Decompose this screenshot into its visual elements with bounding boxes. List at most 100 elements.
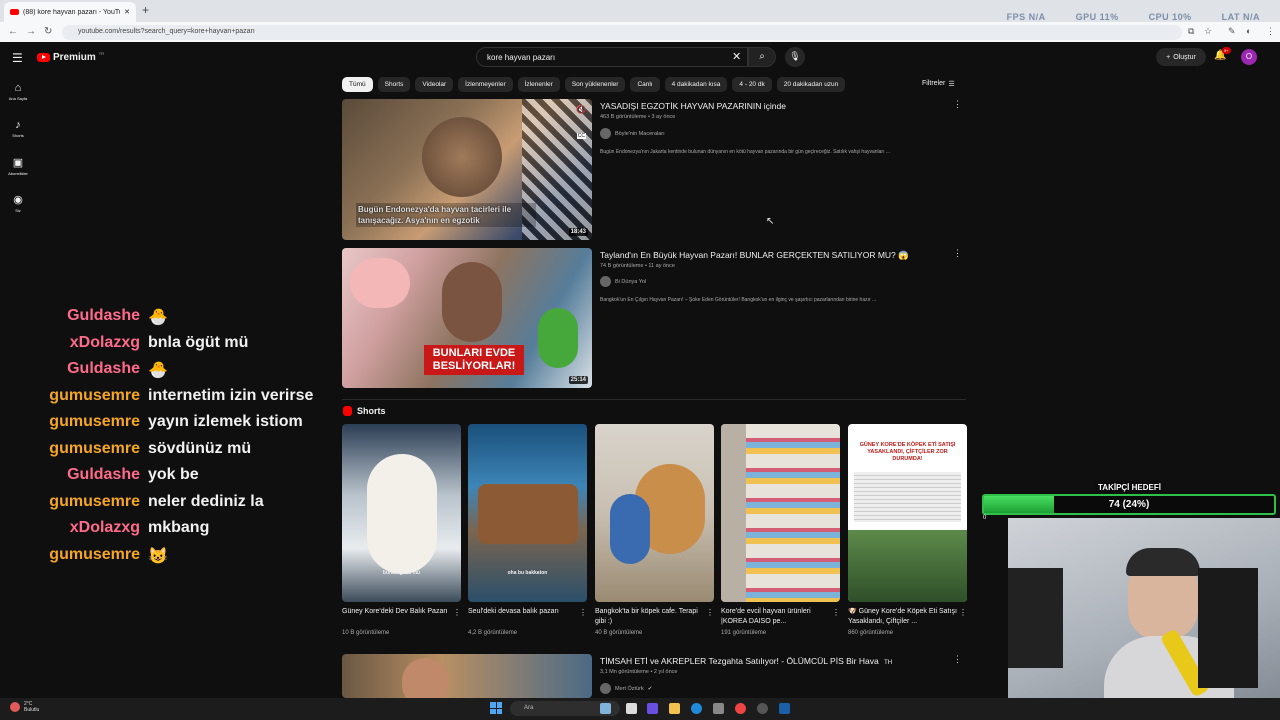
sidebar-item-you[interactable]: ◉ Siz — [0, 193, 36, 213]
more-actions-icon[interactable]: ⋮ — [953, 99, 962, 110]
extension-icon[interactable]: ✎ — [1228, 26, 1236, 37]
chip-unwatched[interactable]: İzlenmeyenler — [458, 77, 513, 92]
short-title: Seul'deki devasa balık pazarı — [468, 608, 559, 615]
channel-row[interactable]: Mert Öztürk ✔ — [600, 683, 652, 694]
chrome-icon[interactable] — [735, 703, 746, 714]
youtube-logo[interactable]: Premium TR — [37, 51, 104, 63]
address-bar-row: ← → ↻ youtube.com/results?search_query=k… — [0, 22, 1280, 42]
tab-close-icon[interactable]: ✕ — [124, 8, 130, 16]
short-thumbnail[interactable] — [595, 424, 714, 602]
browser-menu-icon[interactable]: ⋮ — [1266, 26, 1275, 37]
perf-fps: FPS N/A — [1006, 12, 1046, 22]
chip-videos[interactable]: Videolar — [415, 77, 454, 92]
create-button[interactable]: + Oluştur — [1156, 48, 1206, 66]
widget-icon[interactable] — [600, 703, 611, 714]
reload-icon[interactable]: ↻ — [44, 26, 52, 37]
video-title[interactable]: TİMSAH ETİ ve AKREPLER Tezgahta Satılıyo… — [600, 656, 892, 666]
store-icon[interactable] — [713, 703, 724, 714]
profile-icon[interactable]: ◐ — [1246, 26, 1251, 36]
weather-widget[interactable]: 2°C Bulutlu — [10, 701, 39, 713]
short-thumbnail[interactable]: oha bu bakkaton — [468, 424, 587, 602]
shorts-section-header: Shorts — [343, 406, 386, 416]
short-thumbnail[interactable]: bunun gözü mü — [342, 424, 461, 602]
more-actions-icon[interactable]: ⋮ — [453, 608, 461, 617]
forward-icon[interactable]: → — [26, 26, 36, 37]
mouse-cursor-icon: ↖ — [766, 216, 775, 227]
browser-tab[interactable]: (88) kore hayvan pazarı - YouTu ✕ — [4, 2, 136, 22]
performance-overlay: FPS N/A GPU 11% CPU 10% LAT N/A — [1007, 12, 1260, 22]
plus-icon: + — [1166, 53, 1171, 61]
chip-over-20[interactable]: 20 dakikadan uzun — [776, 77, 846, 92]
chat-username: gumusemre — [49, 440, 140, 457]
new-tab-button[interactable]: + — [142, 3, 149, 17]
task-view-icon[interactable] — [626, 703, 637, 714]
channel-row[interactable]: Böyle'nin Maceraları — [600, 128, 665, 139]
search-button[interactable]: ⌕ — [748, 47, 776, 67]
short-title: 🐶 Güney Kore'de Köpek Eti Satışı Yasakla… — [848, 608, 957, 625]
short-card[interactable]: Bangkok'ta bir köpek cafe. Terapi gibi :… — [595, 424, 714, 636]
windows-taskbar: 2°C Bulutlu Ara — [0, 698, 1280, 720]
search-input[interactable]: kore hayvan pazarı — [476, 47, 748, 67]
video-meta: 74 B görüntüleme • 11 ay önce — [600, 263, 675, 269]
crab-figure — [478, 484, 578, 544]
more-actions-icon[interactable]: ⋮ — [953, 248, 962, 259]
windows-start-icon[interactable] — [490, 702, 502, 714]
steam-icon[interactable] — [779, 703, 790, 714]
url-field[interactable]: youtube.com/results?search_query=kore+ha… — [62, 25, 1182, 40]
account-avatar[interactable]: O — [1241, 49, 1257, 65]
more-actions-icon[interactable]: ⋮ — [832, 608, 840, 617]
short-thumbnail[interactable] — [721, 424, 840, 602]
chat-username: gumusemre — [49, 413, 140, 430]
chip-watched[interactable]: İzlenenler — [517, 77, 560, 92]
short-thumbnail[interactable]: GÜNEY KORE'DE KÖPEK ETİ SATIŞI YASAKLAND… — [848, 424, 967, 602]
video-thumbnail[interactable]: BUNLARI EVDE BESLİYORLAR! 25:14 — [342, 248, 592, 388]
chip-under-4[interactable]: 4 dakikadan kısa — [664, 77, 728, 92]
chat-message: Guldashe 🐣 — [0, 307, 345, 333]
obs-icon[interactable] — [757, 703, 768, 714]
chat-text: yok be — [148, 466, 199, 483]
video-title[interactable]: Tayland'ın En Büyük Hayvan Pazarı! BUNLA… — [600, 250, 909, 261]
video-thumbnail[interactable]: Bugün Endonezya'da hayvan tacirleri ile … — [342, 99, 592, 240]
bookmark-star-icon[interactable]: ☆ — [1204, 26, 1212, 37]
clear-search-icon[interactable]: ✕ — [732, 50, 741, 63]
chat-text: neler dediniz la — [148, 493, 264, 510]
youtube-favicon-icon — [10, 9, 19, 15]
video-title[interactable]: YASADIŞI EGZOTİK HAYVAN PAZARININ içinde — [600, 101, 786, 111]
filters-button[interactable]: Filtreler ☰ — [922, 80, 955, 88]
microphone-icon: 🎙 — [789, 51, 801, 61]
short-card[interactable]: bunun gözü mü Güney Kore'deki Dev Balık … — [342, 424, 461, 636]
sidebar-item-subscriptions[interactable]: ▣ Abonelikler — [0, 156, 36, 176]
hamburger-menu-icon[interactable]: ☰ — [12, 51, 23, 65]
chat-message: xDolazxg bnla ögüt mü — [0, 334, 345, 360]
more-actions-icon[interactable]: ⋮ — [959, 608, 967, 617]
mute-icon[interactable]: 🔇 — [576, 105, 586, 114]
chip-4-20[interactable]: 4 - 20 dk — [732, 77, 772, 92]
chip-shorts[interactable]: Shorts — [377, 77, 411, 92]
subscriptions-icon: ▣ — [12, 157, 24, 169]
short-card[interactable]: Kore'de evcil hayvan ürünleri |KOREA DAI… — [721, 424, 840, 636]
more-actions-icon[interactable]: ⋮ — [579, 608, 587, 617]
more-actions-icon[interactable]: ⋮ — [706, 608, 714, 617]
file-explorer-icon[interactable] — [669, 703, 680, 714]
app-icon[interactable] — [647, 703, 658, 714]
install-icon[interactable]: ⧉ — [1188, 26, 1194, 37]
sidebar-item-shorts[interactable]: ♪ Shorts — [0, 119, 36, 138]
more-actions-icon[interactable]: ⋮ — [953, 654, 962, 665]
short-title: Güney Kore'deki Dev Balık Pazarı — [342, 608, 448, 615]
video-thumbnail[interactable] — [342, 654, 592, 698]
follower-goal-title: TAKİPÇİ HEDEFİ — [1098, 483, 1161, 492]
cc-icon[interactable]: CC — [576, 133, 586, 139]
channel-row[interactable]: Bi Dünya Yol — [600, 276, 646, 287]
chip-recent[interactable]: Son yüklenenler — [564, 77, 626, 92]
edge-icon[interactable] — [691, 703, 702, 714]
chip-all[interactable]: Tümü — [342, 77, 373, 92]
chip-live[interactable]: Canlı — [630, 77, 660, 92]
back-icon[interactable]: ← — [8, 26, 18, 37]
monitor-figure — [1008, 568, 1063, 668]
tab-title: (88) kore hayvan pazarı - YouTu — [23, 8, 121, 16]
short-card[interactable]: GÜNEY KORE'DE KÖPEK ETİ SATIŞI YASAKLAND… — [848, 424, 967, 636]
voice-search-button[interactable]: 🎙 — [785, 47, 805, 67]
short-card[interactable]: oha bu bakkaton Seul'deki devasa balık p… — [468, 424, 587, 636]
short-views: 40 B görüntüleme — [595, 630, 643, 636]
sidebar-item-home[interactable]: ⌂ Ana Sayfa — [0, 82, 36, 101]
